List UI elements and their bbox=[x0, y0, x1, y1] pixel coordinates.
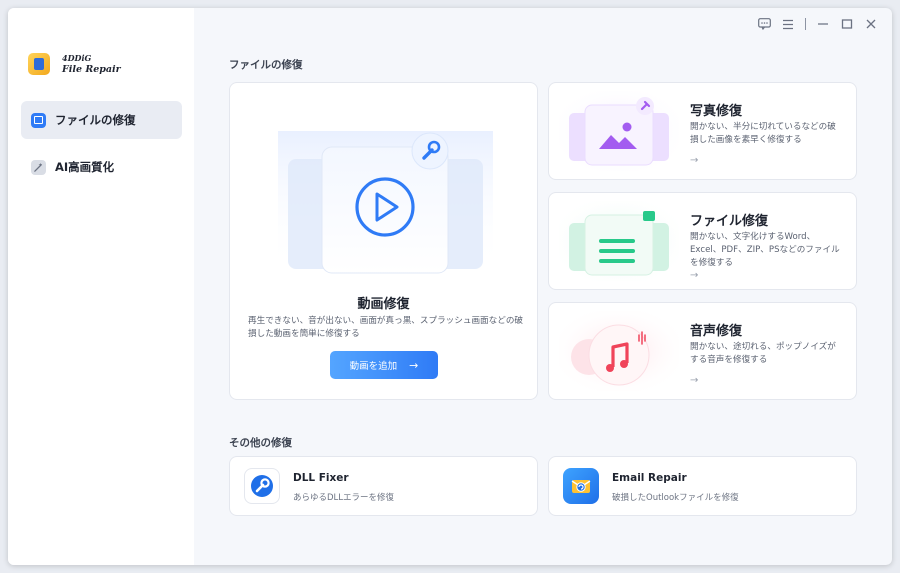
sidebar-item-label: ファイルの修復 bbox=[55, 113, 136, 127]
brand-line-1: 4DDiG bbox=[62, 53, 92, 63]
video-repair-title: 動画修復 bbox=[357, 297, 410, 312]
email-repair-card[interactable]: Email Repair 破損したOutlookファイルを修復 bbox=[548, 456, 857, 516]
video-repair-description: 再生できない、音が出ない、画面が真っ黒、スプラッシュ画面などの破損した動画を簡単… bbox=[248, 316, 524, 339]
audio-repair-title: 音声修復 bbox=[690, 324, 743, 339]
minimize-icon[interactable] bbox=[816, 17, 830, 31]
file-repair-illustration bbox=[559, 201, 679, 281]
file-repair-description: 開かない、文字化けするWord、Excel、PDF、ZIP、PSなどのファイルを… bbox=[690, 232, 840, 268]
sidebar-item-label: AI高画質化 bbox=[55, 160, 115, 174]
menu-icon[interactable] bbox=[781, 17, 795, 31]
brand: 4DDiG File Repair bbox=[28, 52, 121, 76]
dll-fixer-title: DLL Fixer bbox=[293, 472, 349, 484]
feedback-icon[interactable] bbox=[757, 17, 771, 31]
add-video-label: 動画を追加 bbox=[349, 361, 398, 372]
add-video-button[interactable]: 動画を追加 → bbox=[330, 351, 438, 379]
video-repair-card[interactable]: 動画修復 再生できない、音が出ない、画面が真っ黒、スプラッシュ画面などの破損した… bbox=[229, 82, 538, 400]
file-repair-title: ファイル修復 bbox=[690, 214, 769, 229]
section-title: ファイルの修復 bbox=[229, 59, 303, 71]
dll-fixer-icon bbox=[244, 468, 280, 504]
app-logo-icon bbox=[28, 53, 50, 75]
close-icon[interactable] bbox=[864, 17, 878, 31]
audio-repair-description: 開かない、途切れる、ポップノイズがする音声を修復する bbox=[690, 342, 836, 365]
dll-fixer-description: あらゆるDLLエラーを修復 bbox=[293, 493, 395, 503]
audio-repair-card[interactable]: 音声修復 開かない、途切れる、ポップノイズがする音声を修復する → bbox=[548, 302, 857, 400]
maximize-icon[interactable] bbox=[840, 17, 854, 31]
photo-repair-description: 開かない、半分に切れているなどの破損した画像を素早く修復する bbox=[690, 122, 836, 145]
audio-repair-illustration bbox=[559, 311, 679, 391]
topbar-divider bbox=[805, 18, 806, 30]
sidebar-item-ai-enhance[interactable]: AI高画質化 bbox=[21, 148, 182, 186]
ai-enhance-icon bbox=[31, 159, 46, 175]
window-controls bbox=[757, 17, 878, 31]
arrow-right-icon: → bbox=[409, 358, 419, 372]
dll-fixer-card[interactable]: DLL Fixer あらゆるDLLエラーを修復 bbox=[229, 456, 538, 516]
email-repair-description: 破損したOutlookファイルを修復 bbox=[612, 493, 739, 503]
photo-repair-title: 写真修復 bbox=[690, 104, 743, 119]
email-repair-icon bbox=[563, 468, 599, 504]
arrow-right-icon: → bbox=[690, 155, 699, 166]
brand-name: 4DDiG File Repair bbox=[62, 52, 121, 76]
arrow-right-icon: → bbox=[690, 270, 699, 281]
arrow-right-icon: → bbox=[690, 375, 699, 386]
sidebar: 4DDiG File Repair ファイルの修復 AI高画質化 bbox=[8, 8, 194, 565]
email-repair-title: Email Repair bbox=[612, 472, 687, 484]
file-repair-icon bbox=[31, 112, 46, 128]
app-window: 4DDiG File Repair ファイルの修復 AI高画質化 ファイルの修復… bbox=[8, 8, 892, 565]
file-repair-card[interactable]: ファイル修復 開かない、文字化けするWord、Excel、PDF、ZIP、PSな… bbox=[548, 192, 857, 290]
video-repair-illustration bbox=[278, 131, 493, 274]
brand-line-2: File Repair bbox=[62, 64, 121, 75]
sidebar-item-file-repair[interactable]: ファイルの修復 bbox=[21, 101, 182, 139]
photo-repair-illustration bbox=[559, 91, 679, 171]
photo-repair-card[interactable]: 写真修復 開かない、半分に切れているなどの破損した画像を素早く修復する → bbox=[548, 82, 857, 180]
other-section-title: その他の修復 bbox=[229, 437, 292, 449]
